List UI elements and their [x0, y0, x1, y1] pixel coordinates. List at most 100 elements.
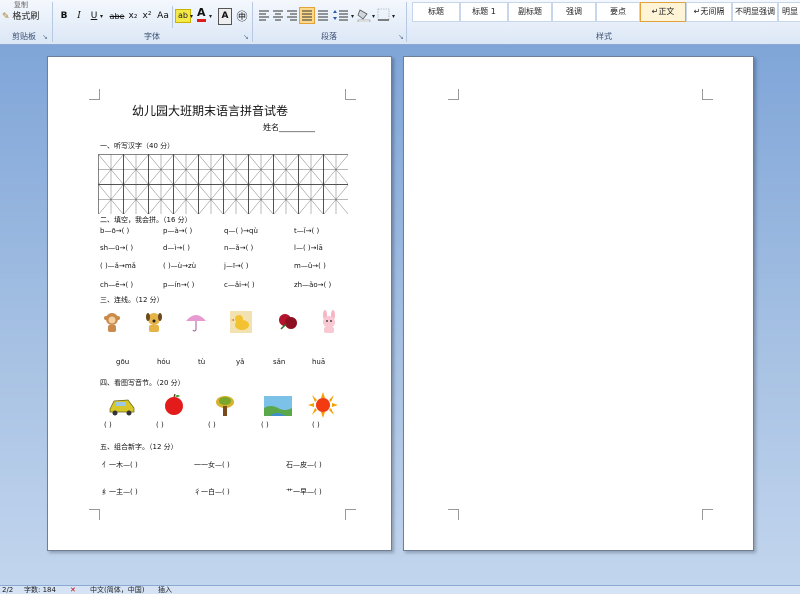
fill-item[interactable]: q—( )→qù [224, 227, 258, 235]
font-launcher-icon[interactable]: ↘ [243, 33, 249, 41]
align-right-icon[interactable] [286, 9, 298, 24]
combine-item[interactable]: 彳一白—( ) [194, 487, 230, 497]
combine-item[interactable]: 亻一木—( ) [102, 460, 138, 470]
fill-item[interactable]: b—ō→( ) [100, 227, 129, 235]
apple-icon [163, 393, 185, 419]
style-no-spacing[interactable]: ↵无间隔 [686, 2, 732, 22]
strikethrough-button[interactable]: abe [108, 8, 126, 25]
margin-corner [89, 89, 100, 100]
font-color-dropdown-icon[interactable]: ▾ [209, 13, 212, 20]
underline-button[interactable]: U [87, 8, 101, 25]
justify-icon[interactable] [299, 7, 315, 24]
page-1[interactable]: 幼儿园大班期末语言拼音试卷 姓名_________ 一、听写汉字（40 分） 二… [47, 56, 392, 551]
borders-dropdown-icon[interactable]: ▾ [392, 13, 395, 20]
italic-button[interactable]: I [72, 8, 86, 25]
document-workspace: 幼儿园大班期末语言拼音试卷 姓名_________ 一、听写汉字（40 分） 二… [0, 45, 800, 585]
margin-corner [345, 89, 356, 100]
bold-button[interactable]: B [57, 8, 71, 25]
change-case-button[interactable]: Aa [154, 8, 172, 25]
font-color-button[interactable]: A [197, 7, 206, 22]
fill-item[interactable]: n—ǎ→( ) [224, 244, 253, 252]
umbrella-icon [185, 311, 207, 336]
margin-corner [89, 509, 100, 520]
clipboard-launcher-icon[interactable]: ↘ [42, 33, 48, 41]
character-border-button[interactable]: A [218, 8, 232, 25]
name-field[interactable]: 姓名_________ [263, 122, 315, 133]
style-heading-1[interactable]: 标题 1 [460, 2, 508, 22]
margin-corner [448, 509, 459, 520]
fill-item[interactable]: d—ì→( ) [163, 244, 190, 252]
distributed-icon[interactable] [317, 9, 329, 24]
monkey-icon [103, 311, 121, 336]
fill-item[interactable]: zh—ǎo→( ) [294, 281, 331, 289]
pinyin-option[interactable]: gōu [116, 358, 129, 366]
pinyin-option[interactable]: hóu [157, 358, 170, 366]
combine-item[interactable]: 艹一早—( ) [286, 487, 322, 497]
pinyin-option[interactable]: yǎ [236, 358, 244, 366]
answer-blank[interactable]: ( ) [261, 421, 269, 429]
align-left-icon[interactable] [258, 9, 270, 24]
section-3-heading: 三、连线。（12 分） [100, 296, 164, 304]
highlight-dropdown-icon[interactable]: ▾ [190, 13, 193, 20]
style-heading[interactable]: 标题 [412, 2, 460, 22]
divider [252, 2, 253, 42]
fill-item[interactable]: j—ī→( ) [224, 262, 248, 270]
combine-item[interactable]: 石—皮—( ) [286, 460, 322, 470]
writing-grid-svg [98, 154, 349, 215]
writing-grid [98, 154, 349, 215]
enclose-character-button[interactable]: ㊥ [234, 8, 250, 25]
line-spacing-dropdown-icon[interactable]: ▾ [351, 13, 354, 20]
rabbit-icon [319, 310, 339, 337]
subscript-button[interactable]: x₂ [126, 8, 140, 25]
line-spacing-icon[interactable] [333, 9, 349, 24]
underline-dropdown-icon[interactable]: ▾ [100, 13, 103, 20]
answer-blank[interactable]: ( ) [104, 421, 112, 429]
shading-icon[interactable] [357, 8, 371, 23]
style-intense[interactable]: 明显 [778, 2, 800, 22]
style-normal[interactable]: ↵正文 [640, 2, 686, 22]
sun-icon [308, 392, 338, 421]
flower-icon [277, 311, 299, 336]
shading-dropdown-icon[interactable]: ▾ [372, 13, 375, 20]
fill-item[interactable]: p—ín→( ) [163, 281, 194, 289]
paragraph-launcher-icon[interactable]: ↘ [398, 33, 404, 41]
fill-item[interactable]: m—ǔ→( ) [294, 262, 326, 270]
fill-item[interactable]: ch—ē→( ) [100, 281, 133, 289]
answer-blank[interactable]: ( ) [208, 421, 216, 429]
section-5-heading: 五、组合新字。（12 分） [100, 443, 178, 451]
highlight-icon[interactable]: ab [175, 9, 191, 23]
page-2[interactable] [403, 56, 754, 551]
borders-icon[interactable] [377, 8, 390, 21]
pinyin-option[interactable]: tù [198, 358, 205, 366]
fill-in-table: b—ō→( ) p—à→( ) q—( )→qù t—ǐ→( ) sh—ū→( … [100, 225, 360, 297]
pinyin-option[interactable]: sǎn [273, 358, 285, 366]
style-subtitle[interactable]: 副标题 [508, 2, 552, 22]
river-icon [264, 396, 292, 419]
answer-blank[interactable]: ( ) [156, 421, 164, 429]
style-key-point[interactable]: 要点 [596, 2, 640, 22]
fill-item[interactable]: t—ǐ→( ) [294, 227, 319, 235]
page-title: 幼儿园大班期末语言拼音试卷 [132, 104, 289, 118]
divider [172, 6, 173, 28]
align-center-icon[interactable] [272, 9, 284, 24]
paragraph-group-label: 段落 [321, 32, 337, 41]
superscript-button[interactable]: x² [140, 8, 154, 25]
fill-item[interactable]: c—ǎi→( ) [224, 281, 255, 289]
format-painter-label: 格式刷 [12, 12, 40, 22]
pinyin-option[interactable]: huā [312, 358, 325, 366]
clipboard-group-label: 剪贴板 [12, 32, 36, 41]
fill-item[interactable]: l—( )→lā [294, 244, 323, 252]
style-no-spacing-label: 无间隔 [700, 7, 725, 16]
style-subtle-emphasis[interactable]: 不明显强调 [732, 2, 778, 22]
style-emphasis[interactable]: 强调 [552, 2, 596, 22]
fill-item[interactable]: sh—ū→( ) [100, 244, 133, 252]
fill-item[interactable]: p—à→( ) [163, 227, 192, 235]
fill-item[interactable]: ( )—ù→zù [163, 262, 196, 270]
fill-item[interactable]: ( )—ǎ→mǎ [100, 262, 136, 270]
answer-blank[interactable]: ( ) [312, 421, 320, 429]
combine-item[interactable]: 一一女—( ) [194, 460, 230, 470]
margin-corner [345, 509, 356, 520]
style-normal-label: 正文 [658, 7, 675, 16]
format-painter-button[interactable]: ✎ 格式刷 [2, 9, 39, 22]
combine-item[interactable]: 纟一主—( ) [102, 487, 138, 497]
